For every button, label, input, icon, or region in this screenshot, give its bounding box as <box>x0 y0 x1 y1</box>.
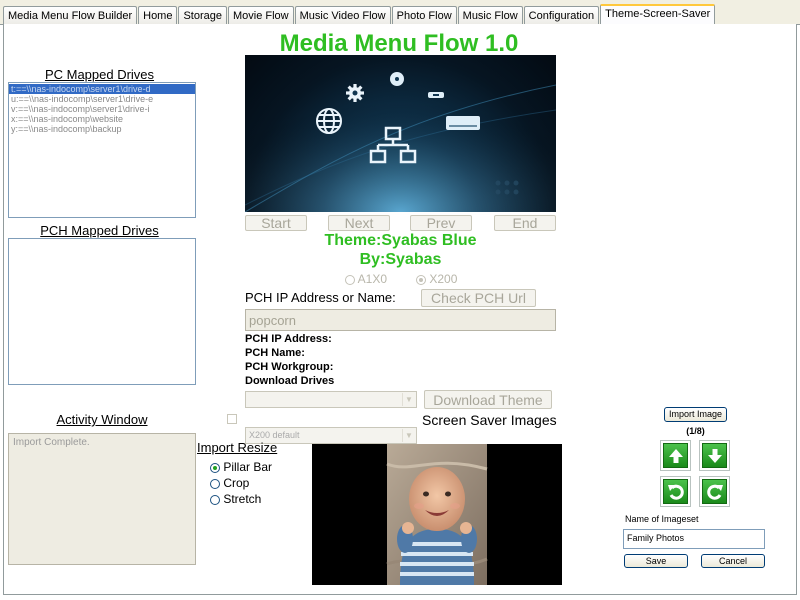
screensaver-label: Screen Saver Images <box>422 412 557 428</box>
resize-radio[interactable] <box>210 494 220 505</box>
chevron-down-icon[interactable]: ▼ <box>402 393 415 406</box>
tab-theme-screen-saver[interactable]: Theme-Screen-Saver <box>600 4 716 25</box>
check-pch-url-button[interactable]: Check PCH Url <box>421 289 536 307</box>
tab-list: Media Menu Flow Builder Home Storage Mov… <box>3 4 716 25</box>
next-button[interactable]: Next <box>328 215 390 231</box>
tab-music-video-flow[interactable]: Music Video Flow <box>294 6 391 25</box>
model-a1x0-label: A1X0 <box>357 272 388 286</box>
rotate-left-icon <box>663 479 688 504</box>
tab-strip: Media Menu Flow Builder Home Storage Mov… <box>0 0 800 25</box>
list-item[interactable]: u:==\\nas-indocomp\server1\drive-e <box>9 94 195 104</box>
resize-option-label: Crop <box>223 476 250 490</box>
settings-gear-icon <box>346 84 364 102</box>
download-theme-button[interactable]: Download Theme <box>424 390 552 409</box>
model-x200-option[interactable]: X200 <box>416 272 457 286</box>
imageset-name-label: Name of Imageset <box>625 514 699 524</box>
resize-option-label: Pillar Bar <box>223 460 273 474</box>
move-down-button[interactable] <box>699 440 730 471</box>
pc-drives-label: PC Mapped Drives <box>44 67 155 82</box>
model-x200-radio[interactable] <box>416 274 426 285</box>
rotate-left-button[interactable] <box>660 476 691 507</box>
drive-icon <box>446 116 480 130</box>
page-title: Media Menu Flow 1.0 <box>279 30 519 57</box>
pch-ip-label: PCH IP Address or Name: <box>245 290 396 305</box>
arrow-down-icon <box>702 443 727 468</box>
model-a1x0-option[interactable]: A1X0 <box>345 272 387 286</box>
activity-text: Import Complete. <box>13 437 90 448</box>
imageset-name-value: Family Photos <box>627 533 685 543</box>
theme-preview <box>245 55 556 212</box>
arrow-up-icon <box>663 443 688 468</box>
pch-ip-value: popcorn <box>249 313 296 328</box>
download-drives-label: Download Drives <box>245 375 335 387</box>
save-button[interactable]: Save <box>624 554 688 568</box>
usb-icon <box>428 92 444 98</box>
screensaver-image-preview <box>312 444 562 585</box>
import-image-button[interactable]: Import Image <box>664 407 727 422</box>
activity-window: Import Complete. <box>8 433 196 565</box>
tab-movie-flow[interactable]: Movie Flow <box>228 6 294 25</box>
chevron-down-icon[interactable]: ▼ <box>402 429 415 442</box>
theme-author: By:Syabas <box>359 251 442 268</box>
rotate-right-icon <box>702 479 727 504</box>
resize-option-stretch[interactable]: Stretch <box>210 492 261 506</box>
tab-home[interactable]: Home <box>138 6 178 25</box>
image-counter: (1/8) <box>686 426 705 436</box>
pch-name-label: PCH Name: <box>245 347 305 359</box>
tab-storage[interactable]: Storage <box>178 6 227 25</box>
cancel-button[interactable]: Cancel <box>701 554 765 568</box>
pch-drives-list[interactable] <box>8 238 196 385</box>
tab-photo-flow[interactable]: Photo Flow <box>391 6 457 25</box>
pch-ip-address-label: PCH IP Address: <box>245 333 332 345</box>
list-item[interactable]: v:==\\nas-indocomp\server1\drive-i <box>9 104 195 114</box>
preview-artwork <box>245 55 556 212</box>
resize-radio[interactable] <box>210 478 220 489</box>
pch-drives-label: PCH Mapped Drives <box>40 223 159 238</box>
disc-icon <box>390 72 404 86</box>
model-a1x0-radio[interactable] <box>345 274 355 285</box>
pch-workgroup-label: PCH Workgroup: <box>245 361 334 373</box>
start-button[interactable]: Start <box>245 215 307 231</box>
resize-radio[interactable] <box>210 462 220 473</box>
activity-label: Activity Window <box>56 412 148 427</box>
baby-photo <box>386 444 488 585</box>
tab-configuration[interactable]: Configuration <box>523 6 600 25</box>
tab-media-menu-flow-builder[interactable]: Media Menu Flow Builder <box>3 6 138 25</box>
model-x200-label: X200 <box>429 272 458 286</box>
resize-option-crop[interactable]: Crop <box>210 476 249 490</box>
theme-name: Theme:Syabas Blue <box>324 232 477 249</box>
pc-drives-list[interactable]: t:==\\nas-indocomp\server1\drive-d u:==\… <box>8 82 196 218</box>
list-item[interactable]: t:==\\nas-indocomp\server1\drive-d <box>9 84 195 94</box>
move-up-button[interactable] <box>660 440 691 471</box>
list-item[interactable]: x:==\\nas-indocomp\website <box>9 114 195 124</box>
resize-option-label: Stretch <box>223 492 262 506</box>
rotate-right-button[interactable] <box>699 476 730 507</box>
import-resize-label: Import Resize <box>197 440 278 455</box>
download-drives-select[interactable]: ▼ <box>245 391 417 408</box>
prev-button[interactable]: Prev <box>410 215 472 231</box>
imageset-name-input[interactable]: Family Photos <box>623 529 765 549</box>
resize-option-pillar-bar[interactable]: Pillar Bar <box>210 460 272 474</box>
end-button[interactable]: End <box>494 215 556 231</box>
tab-music-flow[interactable]: Music Flow <box>457 6 523 25</box>
screensaver-select-value: X200 default <box>249 430 300 440</box>
list-item[interactable]: y:==\\nas-indocomp\backup <box>9 124 195 134</box>
tab-panel: Media Menu Flow 1.0 PC Mapped Drives t:=… <box>3 24 797 595</box>
screensaver-checkbox[interactable] <box>227 414 237 424</box>
pch-ip-input[interactable]: popcorn <box>245 309 556 331</box>
